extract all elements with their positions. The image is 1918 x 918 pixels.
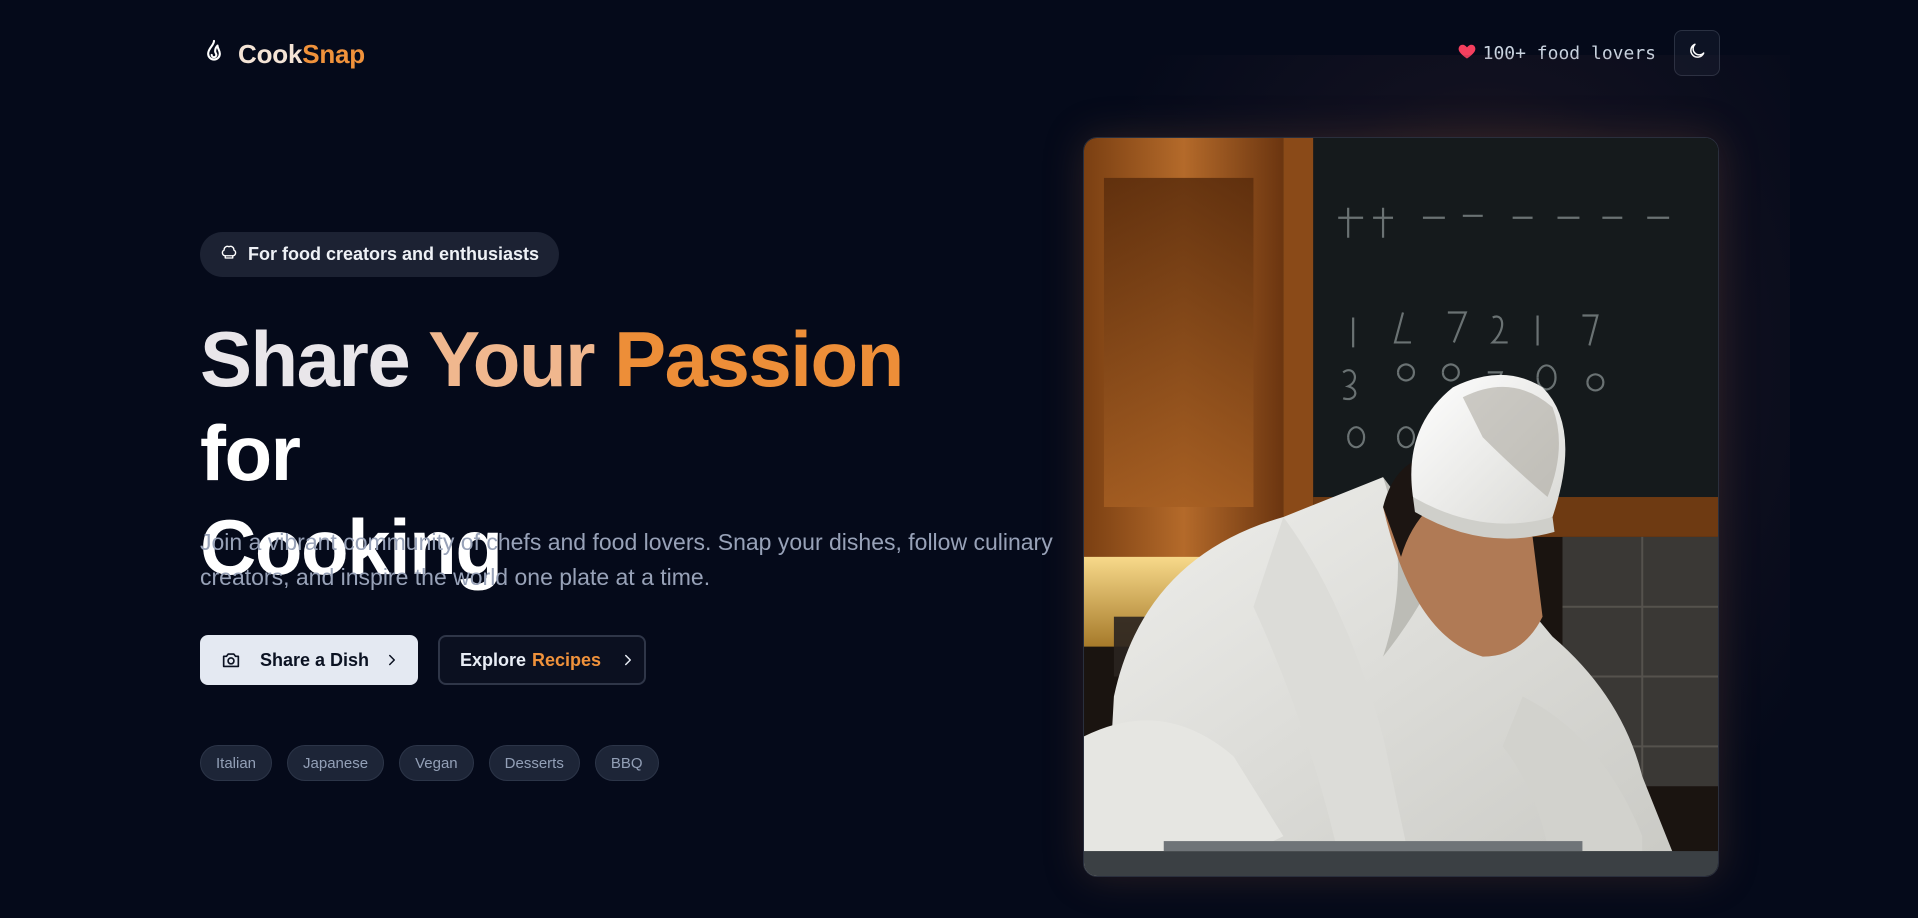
- hero-chef-image: [1083, 137, 1719, 877]
- tag-vegan[interactable]: Vegan: [399, 745, 474, 781]
- headline-word-passion: Passion: [614, 315, 904, 403]
- tag-italian[interactable]: Italian: [200, 745, 273, 781]
- explore-recipes-label-part1: Explore: [460, 649, 527, 670]
- brand-name-part2: Snap: [302, 39, 365, 69]
- share-dish-label: Share a Dish: [260, 649, 370, 670]
- landing-page: CookSnap 100+ food lovers For food creat…: [0, 0, 1918, 918]
- explore-recipes-label-part2: Recipes: [532, 649, 602, 670]
- share-dish-button[interactable]: Share a Dish: [200, 635, 418, 685]
- chef-hat-icon: [220, 243, 238, 266]
- chevron-right-icon: [619, 651, 637, 669]
- camera-icon: [220, 649, 242, 671]
- flame-icon: [200, 38, 228, 71]
- tag-bbq[interactable]: BBQ: [594, 745, 659, 781]
- explore-recipes-button[interactable]: Explore Recipes: [438, 635, 646, 685]
- cuisine-tags: Italian Japanese Vegan Desserts BBQ: [200, 745, 659, 781]
- headline-word-for: for: [200, 409, 301, 497]
- tag-desserts[interactable]: Desserts: [488, 745, 580, 781]
- chevron-right-icon: [383, 651, 401, 669]
- audience-badge-label: For food creators and enthusiasts: [248, 244, 540, 264]
- audience-badge: For food creators and enthusiasts: [200, 232, 560, 277]
- brand-logo[interactable]: CookSnap: [200, 38, 365, 71]
- headline-word-your: Your: [428, 315, 595, 403]
- brand-name: CookSnap: [238, 39, 365, 70]
- tag-japanese[interactable]: Japanese: [287, 745, 385, 781]
- brand-name-part1: Cook: [238, 39, 303, 69]
- headline-word-share: Share: [200, 315, 411, 403]
- hero-subtitle: Join a vibrant community of chefs and fo…: [200, 529, 1053, 590]
